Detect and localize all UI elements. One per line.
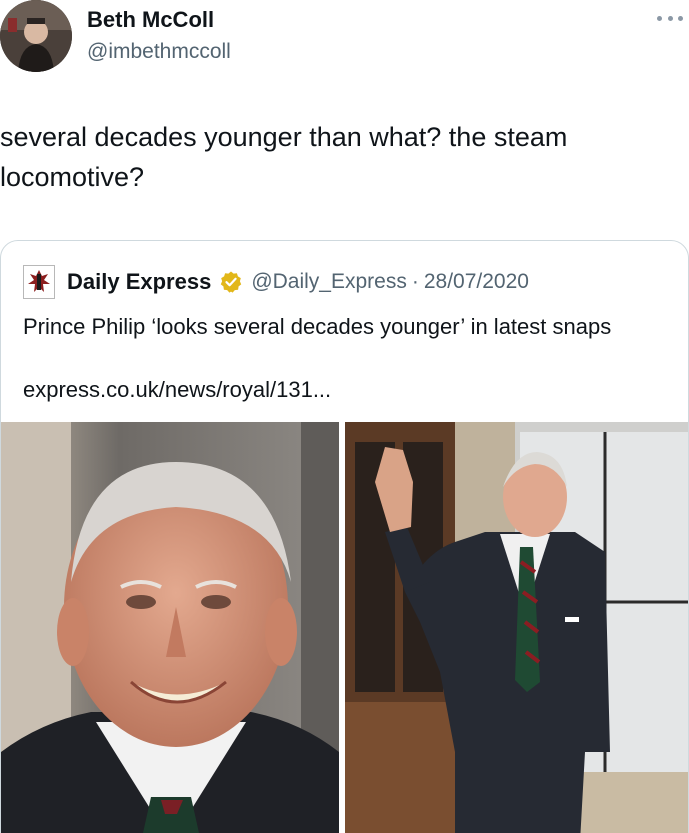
portrait-photo[interactable] (1, 422, 339, 833)
dot (678, 15, 683, 21)
photo-smiling-elderly-man-icon (1, 422, 339, 833)
quoted-tweet-headline: Prince Philip ‘looks several decades you… (23, 314, 612, 339)
quoted-tweet-link[interactable]: express.co.uk/news/royal/131... (23, 375, 331, 405)
dot (667, 15, 673, 21)
quoted-tweet-card[interactable]: Daily Express @Daily_Express · 28/07/202… (0, 240, 689, 833)
quoted-tweet-date[interactable]: 28/07/2020 (424, 270, 529, 294)
author-display-name[interactable]: Beth McColl (87, 7, 214, 33)
quoted-author-name[interactable]: Daily Express (67, 269, 211, 295)
more-options-icon[interactable] (657, 10, 683, 26)
tweet-text: several decades younger than what? the s… (0, 122, 568, 192)
photo-elderly-man-waving-icon (345, 422, 688, 833)
daily-express-logo-icon[interactable] (23, 265, 55, 299)
waving-photo[interactable] (345, 422, 688, 833)
verified-badge-icon (221, 271, 242, 293)
dot (657, 15, 662, 21)
avatar-photo-icon (0, 0, 72, 72)
quoted-author-handle[interactable]: @Daily_Express (251, 270, 407, 294)
quoted-tweet-header: Daily Express @Daily_Express · 28/07/202… (23, 265, 529, 299)
author-handle[interactable]: @imbethmccoll (87, 40, 231, 64)
separator-dot: · (411, 270, 419, 293)
author-avatar[interactable] (0, 0, 72, 72)
